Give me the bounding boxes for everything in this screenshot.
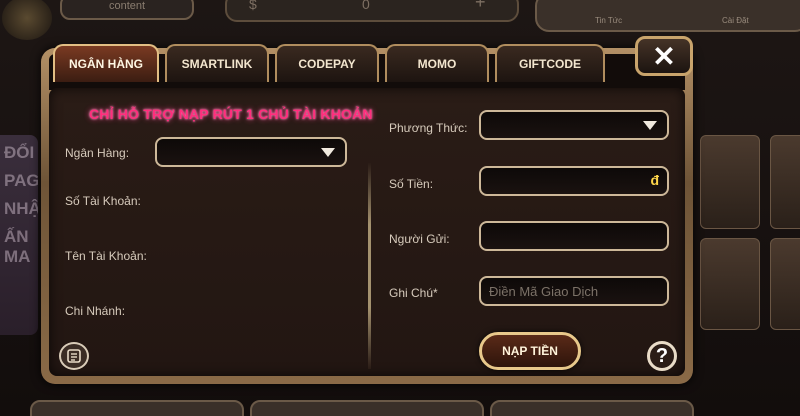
settings-label: Cài Đặt [722, 16, 749, 25]
coin-bar: $ 0 + [225, 0, 519, 22]
banner-text: PAGI [4, 171, 38, 190]
bottom-bar [250, 400, 484, 416]
coin-amount: 0 [362, 0, 370, 12]
close-icon: ✕ [652, 40, 676, 72]
note-input[interactable] [481, 278, 667, 304]
sender-label: Người Gửi: [389, 232, 450, 246]
news-label: Tin Tức [595, 16, 623, 25]
note-label: Ghi Chú* [389, 286, 438, 300]
help-button[interactable]: ? [647, 341, 677, 371]
left-banner: ĐỔI PAGI NHẬT ẤN MA [0, 135, 38, 335]
chevron-down-icon [321, 148, 335, 157]
tab-label: MOMO [417, 57, 457, 71]
method-select[interactable] [479, 110, 669, 140]
method-label: Phương Thức: [389, 121, 468, 135]
banner-text: ĐỔI [4, 143, 35, 162]
deposit-submit-button[interactable]: NẠP TIỀN [479, 332, 581, 370]
top-right-menu: Tin Tức Cài Đặt [535, 0, 800, 32]
tab-bank[interactable]: NGÂN HÀNG [53, 44, 159, 82]
chevron-down-icon [643, 121, 657, 130]
tab-smartlink[interactable]: SMARTLINK [165, 44, 269, 82]
sender-field[interactable] [479, 221, 669, 251]
history-button[interactable] [59, 342, 89, 370]
tab-momo[interactable]: MOMO [385, 44, 489, 82]
game-tile [700, 135, 760, 229]
plus-icon: + [475, 0, 486, 12]
tab-label: GIFTCODE [519, 57, 581, 71]
submit-label: NẠP TIỀN [502, 344, 558, 358]
column-divider [368, 163, 371, 369]
branch-label: Chi Nhánh: [65, 304, 126, 318]
top-left-label: content [60, 0, 194, 20]
method-select-value[interactable] [481, 112, 667, 138]
bottom-bar [30, 400, 244, 416]
note-field[interactable] [479, 276, 669, 306]
tab-label: SMARTLINK [181, 57, 253, 71]
account-number-label: Số Tài Khoản: [65, 194, 141, 208]
bank-label: Ngân Hàng: [65, 146, 130, 160]
tab-giftcode[interactable]: GIFTCODE [495, 44, 605, 82]
amount-field[interactable]: đ [479, 166, 669, 196]
close-button[interactable]: ✕ [635, 36, 693, 76]
coin-symbol: $ [249, 0, 257, 12]
game-tile [770, 238, 800, 330]
game-tile [770, 135, 800, 229]
bottom-bar [490, 400, 694, 416]
bank-select-value[interactable] [157, 139, 345, 165]
sender-input[interactable] [481, 223, 667, 249]
amount-label: Số Tiền: [389, 177, 434, 191]
tab-label: NGÂN HÀNG [69, 57, 143, 71]
history-icon [67, 349, 81, 363]
banner-text: ẤN MA [4, 227, 31, 266]
avatar [2, 0, 52, 40]
banner-text: NHẬT [4, 199, 38, 218]
account-name-label: Tên Tài Khoản: [65, 249, 147, 263]
help-icon: ? [655, 344, 669, 367]
bank-select[interactable] [155, 137, 347, 167]
tab-codepay[interactable]: CODEPAY [275, 44, 379, 82]
notice-text: CHỈ HỖ TRỢ NẠP RÚT 1 CHỦ TÀI KHOẢN [89, 106, 373, 122]
amount-input[interactable] [481, 168, 667, 194]
deposit-dialog: NGÂN HÀNG SMARTLINK CODEPAY MOMO GIFTCOD… [41, 36, 697, 386]
currency-icon: đ [650, 172, 659, 188]
game-tile [700, 238, 760, 330]
tab-label: CODEPAY [298, 57, 356, 71]
